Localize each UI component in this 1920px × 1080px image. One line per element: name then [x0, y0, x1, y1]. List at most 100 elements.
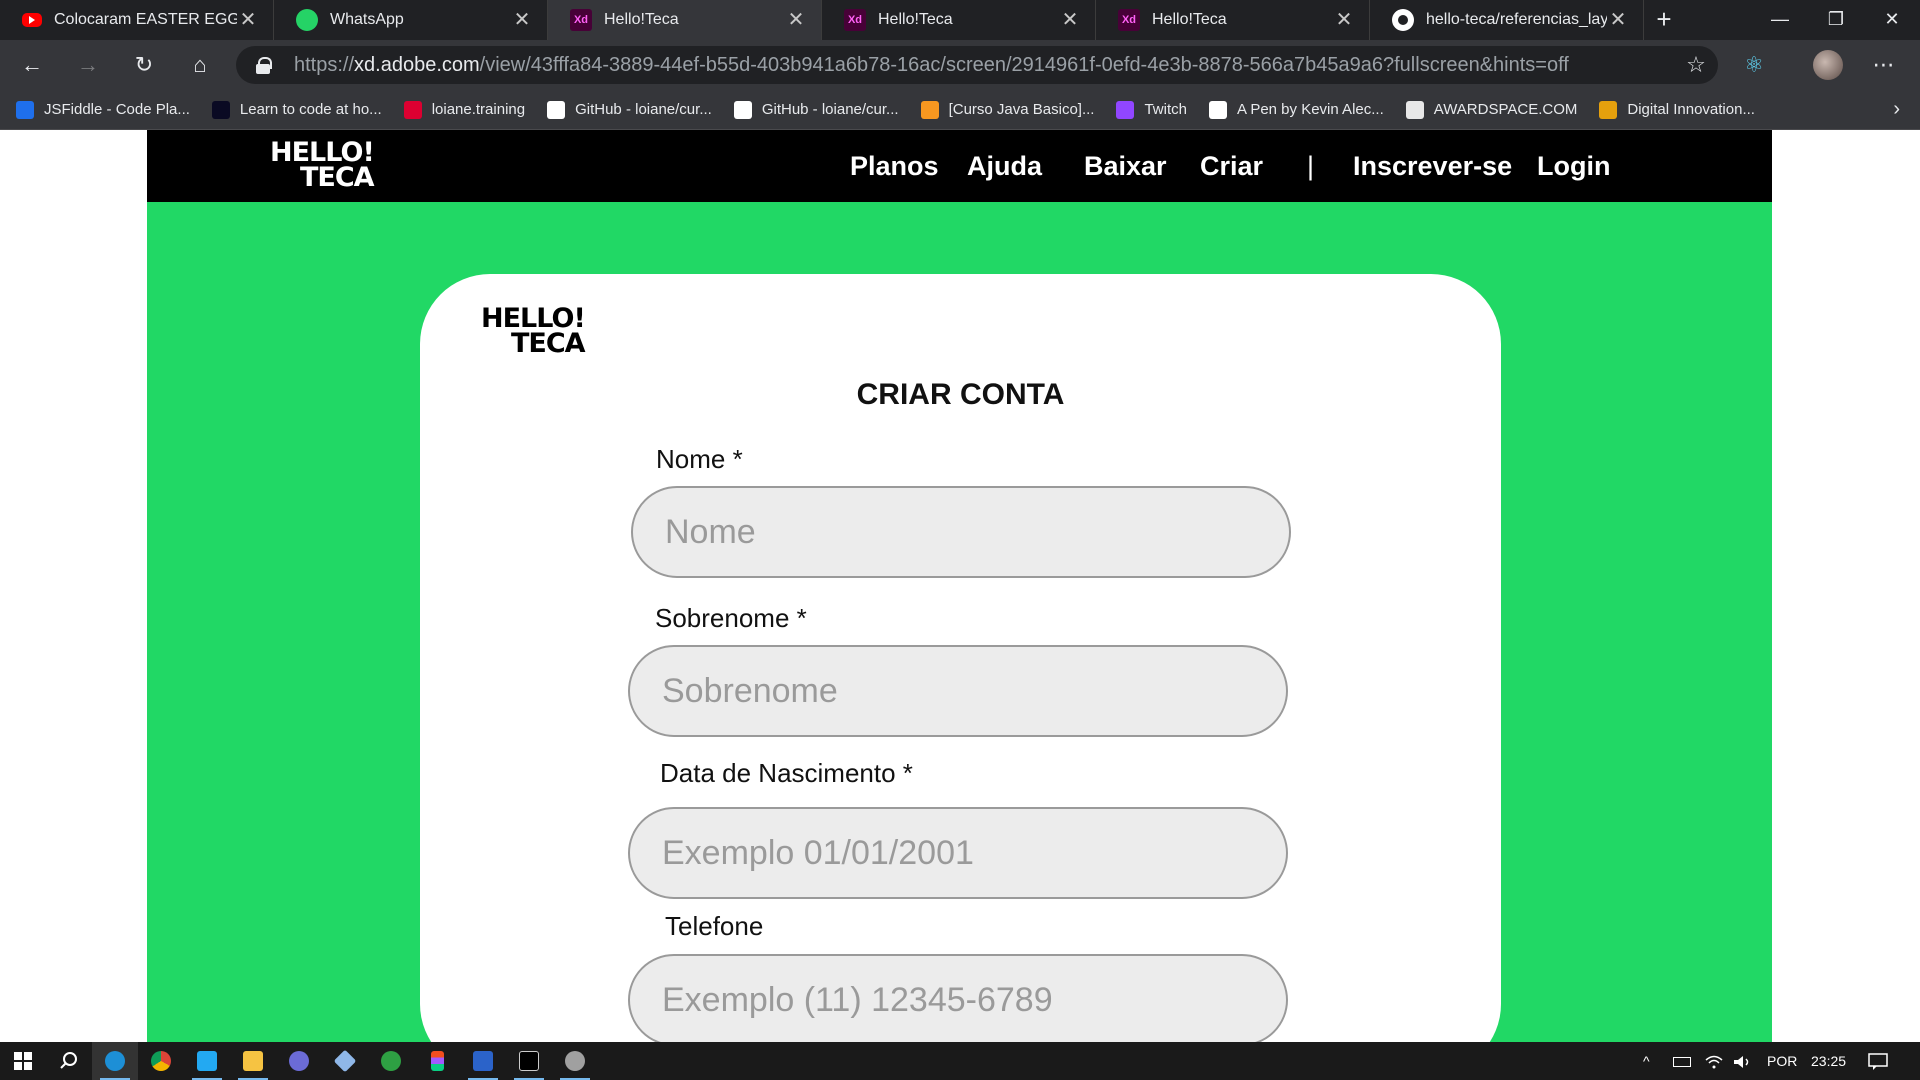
- chrome-icon[interactable]: [138, 1042, 184, 1080]
- tab-label: Hello!Teca: [878, 11, 953, 28]
- reload-button[interactable]: ↻: [120, 45, 168, 85]
- close-tab-icon[interactable]: ✕: [237, 9, 259, 31]
- nav-login[interactable]: Login: [1537, 130, 1610, 202]
- bookmark-label: GitHub - loiane/cur...: [575, 101, 712, 118]
- tab-hello-teca-active[interactable]: Xd Hello!Teca ✕: [548, 0, 822, 40]
- terminal-logo: [519, 1051, 539, 1071]
- bookmark-item[interactable]: Twitch: [1116, 100, 1187, 119]
- nav-inscrever-se[interactable]: Inscrever-se: [1353, 130, 1512, 202]
- minimize-button[interactable]: —: [1752, 0, 1808, 40]
- bookmark-item[interactable]: Learn to code at ho...: [211, 100, 382, 119]
- bookmark-label: Learn to code at ho...: [239, 101, 382, 118]
- home-button[interactable]: ⌂: [176, 45, 224, 85]
- edge-icon[interactable]: [92, 1042, 138, 1080]
- github-icon: [547, 100, 566, 119]
- bookmark-item[interactable]: GitHub - loiane/cur...: [547, 100, 712, 119]
- nav-baixar[interactable]: Baixar: [1084, 130, 1167, 202]
- volume-icon[interactable]: [1733, 1042, 1753, 1080]
- bookmark-item[interactable]: [Curso Java Basico]...: [920, 100, 1094, 119]
- tab-label: Colocaram EASTER EGG na D: [54, 11, 237, 28]
- whatsapp-icon: [296, 9, 318, 31]
- adobe-xd-icon: Xd: [1118, 9, 1140, 31]
- profile-button[interactable]: [1806, 40, 1850, 90]
- tab-whatsapp[interactable]: WhatsApp ✕: [274, 0, 548, 40]
- bookmark-item[interactable]: loiane.training: [403, 100, 526, 119]
- close-tab-icon[interactable]: ✕: [785, 9, 807, 31]
- windows-start-icon[interactable]: [0, 1042, 46, 1080]
- close-tab-icon[interactable]: ✕: [1607, 9, 1629, 31]
- close-tab-icon[interactable]: ✕: [1333, 9, 1355, 31]
- logo-line: TECA: [300, 161, 375, 193]
- adobe-xd-icon: Xd: [844, 9, 866, 31]
- hello-teca-logo[interactable]: HELLO! TECA: [270, 139, 375, 193]
- nascimento-label: Data de Nascimento *: [660, 758, 913, 788]
- language-indicator[interactable]: POR: [1767, 1042, 1797, 1080]
- xd-artboard: HELLO! TECA Planos Ajuda Baixar Criar | …: [147, 130, 1772, 1042]
- search-icon[interactable]: [46, 1042, 92, 1080]
- sobrenome-input[interactable]: [628, 645, 1288, 737]
- chevron-right-icon[interactable]: ›: [1893, 98, 1900, 121]
- new-tab-button[interactable]: +: [1644, 0, 1684, 40]
- bookmark-item[interactable]: JSFiddle - Code Pla...: [16, 100, 190, 119]
- nav-criar[interactable]: Criar: [1200, 130, 1263, 202]
- phone-input[interactable]: [628, 954, 1288, 1042]
- twitch-icon: [1116, 100, 1135, 119]
- app-icon[interactable]: [460, 1042, 506, 1080]
- birthdate-input[interactable]: [628, 807, 1288, 899]
- windows-taskbar: ^ POR 23:25: [0, 1042, 1920, 1080]
- freecodecamp-icon: [211, 100, 230, 119]
- bookmark-item[interactable]: AWARDSPACE.COM: [1405, 100, 1578, 119]
- settings-menu-icon[interactable]: ⋯: [1862, 40, 1906, 90]
- close-tab-icon[interactable]: ✕: [1059, 9, 1081, 31]
- back-button[interactable]: ←: [8, 45, 56, 85]
- bookmark-item[interactable]: Digital Innovation...: [1599, 100, 1755, 119]
- app-icon[interactable]: [552, 1042, 598, 1080]
- close-tab-icon[interactable]: ✕: [511, 9, 533, 31]
- lock-icon[interactable]: [256, 57, 272, 74]
- nav-divider: |: [1307, 151, 1315, 181]
- bookmark-item[interactable]: GitHub - loiane/cur...: [733, 100, 899, 119]
- app-icon[interactable]: [276, 1042, 322, 1080]
- wifi-icon[interactable]: [1705, 1042, 1723, 1080]
- figma-logo: [430, 1051, 444, 1071]
- bookmark-label: AWARDSPACE.COM: [1433, 101, 1578, 118]
- tab-hello-teca[interactable]: Xd Hello!Teca ✕: [1096, 0, 1370, 40]
- bookmark-label: loiane.training: [431, 101, 526, 118]
- jsfiddle-icon: [16, 100, 34, 119]
- restore-button[interactable]: ❐: [1808, 0, 1864, 40]
- favorite-star-icon[interactable]: ☆: [1674, 52, 1718, 78]
- tab-hello-teca[interactable]: Xd Hello!Teca ✕: [822, 0, 1096, 40]
- tab-youtube[interactable]: Colocaram EASTER EGG na D ✕: [0, 0, 274, 40]
- tab-label: Hello!Teca: [604, 11, 679, 28]
- terminal-icon[interactable]: [506, 1042, 552, 1080]
- sobrenome-label: Sobrenome *: [655, 603, 807, 633]
- react-devtools-extension-icon[interactable]: ⚛: [1732, 40, 1776, 90]
- address-bar[interactable]: https://xd.adobe.com/view/43fffa84-3889-…: [236, 46, 1718, 84]
- vscode-logo: [197, 1051, 217, 1071]
- github-icon: [1392, 9, 1414, 31]
- forward-button[interactable]: →: [64, 45, 112, 85]
- bookmark-label: A Pen by Kevin Alec...: [1236, 101, 1384, 118]
- window-controls: — ❐ ✕: [1752, 0, 1920, 40]
- tab-github[interactable]: hello-teca/referencias_layout ✕: [1370, 0, 1644, 40]
- nav-planos[interactable]: Planos: [850, 130, 939, 202]
- tray-chevron-icon[interactable]: ^: [1643, 1042, 1650, 1080]
- url-text[interactable]: https://xd.adobe.com/view/43fffa84-3889-…: [294, 54, 1674, 77]
- close-window-button[interactable]: ✕: [1864, 0, 1920, 40]
- bookmark-item[interactable]: A Pen by Kevin Alec...: [1208, 100, 1384, 119]
- nome-input[interactable]: [631, 486, 1291, 578]
- tab-strip: Colocaram EASTER EGG na D ✕ WhatsApp ✕ X…: [0, 0, 1920, 40]
- app-icon[interactable]: [322, 1042, 368, 1080]
- app-logo: [333, 1049, 357, 1073]
- notifications-icon[interactable]: [1868, 1042, 1888, 1080]
- url-path: /view/43fffa84-3889-44ef-b55d-403b941a6b…: [479, 53, 1569, 76]
- nav-ajuda[interactable]: Ajuda: [967, 130, 1042, 202]
- bookmark-label: GitHub - loiane/cur...: [761, 101, 899, 118]
- clock[interactable]: 23:25: [1811, 1042, 1846, 1080]
- vscode-icon[interactable]: [184, 1042, 230, 1080]
- app-icon[interactable]: [368, 1042, 414, 1080]
- battery-icon[interactable]: [1673, 1042, 1693, 1080]
- file-explorer-icon[interactable]: [230, 1042, 276, 1080]
- figma-icon[interactable]: [414, 1042, 460, 1080]
- app-logo: [381, 1051, 401, 1071]
